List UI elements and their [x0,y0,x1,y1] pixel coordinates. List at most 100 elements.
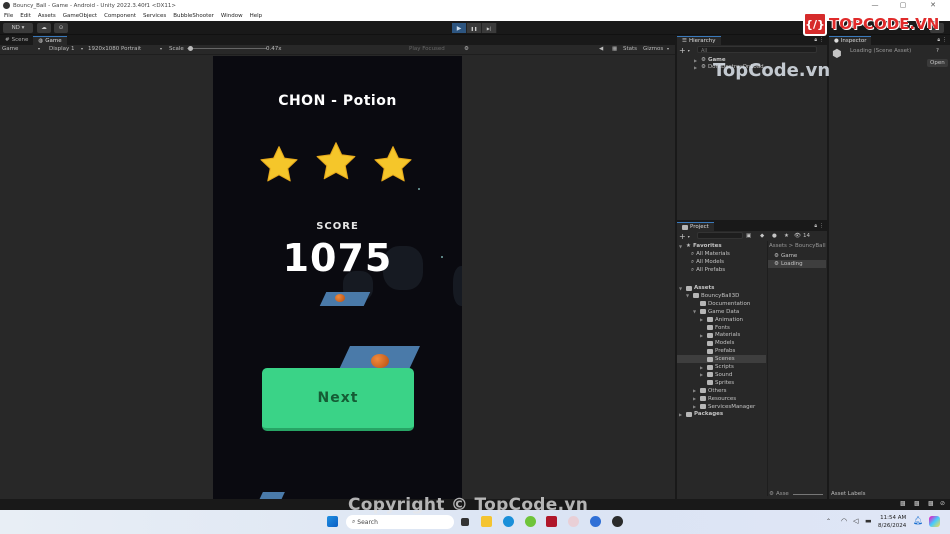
scale-slider-handle[interactable] [188,46,193,51]
lock-icon[interactable]: 🔒︎ [814,223,817,229]
add-button[interactable]: + ▾ [679,46,690,55]
next-button[interactable]: Next [262,368,414,431]
pane-divider[interactable] [767,241,768,496]
folder-tree-item[interactable]: ▼ BouncyBall3D [686,292,739,300]
favorite-icon[interactable]: ★ [784,232,789,240]
tab-project[interactable]: Project [677,222,714,231]
status-icon[interactable]: ▩ [914,500,920,507]
unity-icon[interactable] [612,516,623,527]
search-by-label-icon[interactable]: ◆ [760,232,764,240]
more-icon[interactable]: ⋮ [819,223,824,229]
copilot-icon[interactable] [929,516,940,527]
zalo-icon[interactable] [590,516,601,527]
lock-icon[interactable]: 🔒︎ [937,37,940,43]
asset-item[interactable]: ⚙ Game [774,252,797,260]
hierarchy-search[interactable]: All [697,46,817,54]
menu-services[interactable]: Services [143,13,166,19]
folder-tree-item[interactable]: Documentation [693,300,750,308]
edge-icon[interactable] [503,516,514,527]
menu-file[interactable]: File [4,13,13,19]
expand-toggle[interactable]: ▼ [686,293,691,298]
play-button[interactable]: ▶ [452,23,467,33]
cloud-icon[interactable]: ☁ [37,23,51,33]
status-icon[interactable]: ▩ [928,500,934,507]
tab-game[interactable]: ◍ Game [33,36,67,45]
status-icon[interactable]: ▩ [900,500,906,507]
menu-gameobject[interactable]: GameObject [63,13,97,19]
app-icon[interactable] [568,516,579,527]
close-button[interactable]: ✕ [918,0,948,11]
display-mode-dropdown[interactable]: Game [2,46,18,52]
favorite-item[interactable]: ⌕ All Prefabs [691,266,725,274]
folder-tree-item[interactable]: Models [700,339,734,347]
maximize-button[interactable]: ▢ [888,0,918,11]
create-button[interactable]: + ▾ [679,232,690,241]
expand-toggle[interactable]: ▶ [700,372,705,377]
favorites-header[interactable]: ▼ ★ Favorites [679,242,722,250]
asset-size-slider[interactable]: ⚙ Asse [769,490,823,498]
task-view-icon[interactable] [461,518,469,526]
taskbar-search[interactable]: ⌕ Search [346,515,454,529]
folder-tree-item[interactable]: Scenes [677,355,766,364]
folder-tree-item[interactable]: Prefabs [700,347,735,355]
search-by-type-icon[interactable]: ▣ [746,232,751,240]
pause-button[interactable]: ❚❚ [467,23,482,33]
gizmos-dropdown[interactable]: Gizmos [643,46,663,52]
tab-hierarchy[interactable]: ☰ Hierarchy [677,36,721,45]
folder-tree-item[interactable]: Sprites [700,379,734,387]
scale-slider[interactable] [187,48,267,49]
wifi-icon[interactable]: ◠ [841,517,847,525]
step-button[interactable]: ▶| [482,23,497,33]
expand-toggle[interactable]: ▶ [693,404,698,409]
expand-toggle[interactable]: ▶ [700,317,705,322]
notification-bell-icon[interactable]: 🔔︎ [913,516,923,525]
expand-toggle[interactable]: ▶ [679,412,684,417]
menu-component[interactable]: Component [104,13,136,19]
expand-toggle[interactable]: ▶ [700,365,705,370]
more-icon[interactable]: ⋮ [819,37,824,43]
expand-toggle[interactable]: ▼ [693,309,698,314]
battery-icon[interactable]: ▬ [865,517,872,525]
expand-toggle[interactable]: ▶ [700,333,705,338]
menu-edit[interactable]: Edit [20,13,31,19]
folder-tree-item[interactable]: Fonts [700,324,730,332]
folder-tree-item[interactable]: ▶ Animation [700,316,743,324]
lock-icon[interactable]: 🔒︎ [814,37,817,43]
game-view[interactable]: CHON - Potion SCORE 1075 Next [213,56,462,499]
resolution-dropdown[interactable]: 1920x1080 Portrait [88,46,141,52]
audio-icon[interactable]: ◀ [599,46,603,52]
windows-start-icon[interactable] [327,516,338,527]
check-icon[interactable]: ⊘ [940,500,945,507]
expand-toggle[interactable]: ▼ [679,286,684,291]
folder-tree-item[interactable]: ▶ ServicesManager [693,403,755,411]
file-explorer-icon[interactable] [481,516,492,527]
more-icon[interactable]: ⋮ [942,37,947,43]
display-dropdown[interactable]: Display 1 [49,46,75,52]
speaker-icon[interactable]: ◁ [853,517,858,525]
folder-tree-item[interactable]: ▶ Scripts [700,363,734,371]
open-button[interactable]: Open [927,59,948,67]
folder-tree-item[interactable]: ▶ Materials [700,331,740,339]
menu-assets[interactable]: Assets [38,13,56,19]
error-filter-icon[interactable]: ● [772,232,777,240]
asset-item-selected[interactable]: ⚙ Loading [768,260,826,268]
expand-toggle[interactable]: ▶ [693,388,698,393]
folder-tree-item[interactable]: ▶ Sound [700,371,732,379]
folder-tree-item[interactable]: ▶ Packages [679,410,723,418]
app-icon[interactable] [525,516,536,527]
clock[interactable]: 11:54 AM 8/26/2024 [878,514,906,530]
help-icon[interactable]: ? [936,47,939,55]
favorite-item[interactable]: ⌕ All Materials [691,250,730,258]
stats-button[interactable]: Stats [623,46,637,52]
app-icon[interactable] [546,516,557,527]
folder-tree-item[interactable]: ▼ Game Data [693,308,739,316]
folder-tree-item[interactable]: ▼ Assets [679,284,714,292]
menu-window[interactable]: Window [221,13,243,19]
tab-scene[interactable]: # Scene [0,36,33,45]
expand-toggle[interactable]: ▶ [693,396,698,401]
menu-bubbleshooter[interactable]: BubbleShooter [173,13,214,19]
frame-icon[interactable]: ▦ [612,46,617,52]
folder-tree-item[interactable]: ▶ Resources [693,395,736,403]
hidden-packages-count[interactable]: 👁︎ 14 [794,232,810,240]
project-search[interactable] [697,232,743,239]
